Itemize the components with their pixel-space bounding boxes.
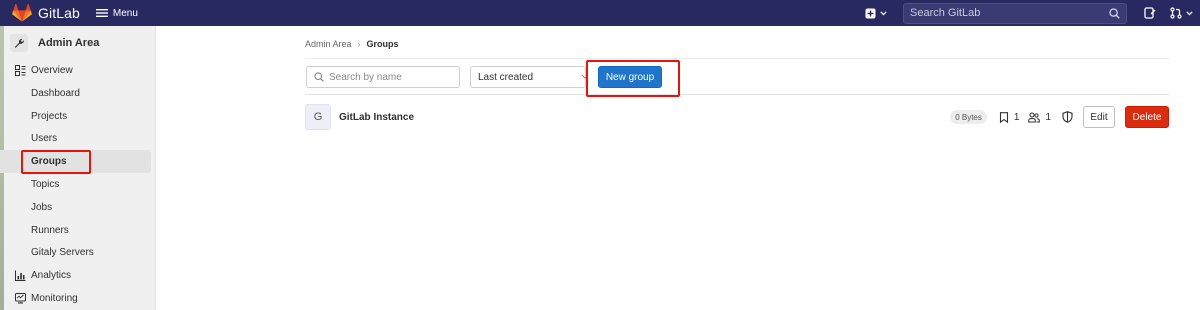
filter-bar: Search by name Last created New group bbox=[305, 58, 1169, 97]
sidebar-item-topics[interactable]: Topics bbox=[0, 173, 155, 196]
sidebar-item-label: Analytics bbox=[31, 270, 72, 282]
main-content: Admin Area › Groups Search by name Last … bbox=[305, 26, 1169, 310]
projects-count-value: 1 bbox=[1013, 111, 1020, 123]
chevron-down-icon bbox=[1186, 10, 1193, 15]
global-search-input[interactable]: Search GitLab bbox=[903, 2, 1127, 24]
overview-icon bbox=[14, 65, 26, 76]
chart-icon bbox=[14, 270, 26, 282]
sidebar-item-dashboard[interactable]: Dashboard bbox=[0, 82, 155, 105]
sidebar-context-header[interactable]: Admin Area bbox=[0, 27, 155, 59]
merge-request-icon bbox=[1170, 7, 1182, 19]
global-search-placeholder: Search GitLab bbox=[910, 7, 981, 19]
sidebar-item-label: Topics bbox=[31, 179, 60, 191]
sidebar-item-analytics[interactable]: Analytics bbox=[0, 264, 155, 287]
bookmark-icon bbox=[999, 111, 1008, 123]
sidebar-item-label: Projects bbox=[31, 110, 68, 122]
search-placeholder: Search by name bbox=[329, 71, 402, 83]
users-icon bbox=[1028, 112, 1041, 122]
delete-group-button[interactable]: Delete bbox=[1125, 106, 1169, 128]
group-avatar[interactable]: G bbox=[305, 104, 331, 130]
sort-selected-value: Last created bbox=[478, 71, 534, 83]
sidebar-item-runners[interactable]: Runners bbox=[0, 219, 155, 242]
group-row[interactable]: G GitLab Instance 0 Bytes 1 1 Edit Delet… bbox=[305, 104, 1169, 130]
shield-icon bbox=[1062, 111, 1073, 123]
breadcrumb: Admin Area › Groups bbox=[305, 39, 399, 49]
breadcrumb-current: Groups bbox=[366, 39, 399, 49]
sidebar-item-overview[interactable]: Overview bbox=[0, 59, 155, 82]
admin-sidebar: Admin Area Overview Dashboard Projects U… bbox=[0, 26, 156, 310]
group-name-link[interactable]: GitLab Instance bbox=[339, 112, 414, 123]
sidebar-item-label: Users bbox=[31, 133, 58, 145]
sidebar-item-users[interactable]: Users bbox=[0, 128, 155, 151]
sidebar-item-label: Runners bbox=[31, 224, 69, 236]
chevron-down-icon bbox=[880, 10, 887, 15]
edit-group-button[interactable]: Edit bbox=[1083, 106, 1115, 128]
members-count: 1 bbox=[1028, 112, 1051, 123]
storage-size-badge: 0 Bytes bbox=[950, 110, 987, 124]
new-group-button[interactable]: New group bbox=[598, 66, 662, 88]
brand-name: GitLab bbox=[38, 5, 80, 21]
issues-button[interactable] bbox=[1137, 0, 1163, 26]
wrench-icon bbox=[10, 34, 28, 52]
sidebar-item-gitaly-servers[interactable]: Gitaly Servers bbox=[0, 242, 155, 265]
sort-dropdown[interactable]: Last created bbox=[470, 66, 589, 88]
sidebar-item-label: Monitoring bbox=[31, 293, 78, 305]
sidebar-item-label: Gitaly Servers bbox=[31, 247, 94, 259]
search-icon bbox=[314, 72, 324, 82]
chevron-down-icon bbox=[581, 74, 589, 79]
monitor-icon bbox=[14, 293, 26, 304]
members-count-value: 1 bbox=[1045, 111, 1051, 123]
menu-label: Menu bbox=[112, 7, 138, 19]
sidebar-item-groups[interactable]: Groups bbox=[0, 150, 151, 174]
new-menu-button[interactable] bbox=[861, 3, 891, 23]
breadcrumb-chevron-icon: › bbox=[357, 39, 361, 49]
sidebar-context-title: Admin Area bbox=[38, 37, 100, 49]
search-icon bbox=[1109, 7, 1120, 19]
projects-count: 1 bbox=[999, 111, 1020, 123]
plus-square-icon bbox=[865, 8, 876, 18]
gitlab-logo-icon bbox=[12, 4, 32, 22]
search-by-name-input[interactable]: Search by name bbox=[306, 66, 460, 88]
issues-icon bbox=[1144, 7, 1156, 19]
sidebar-item-label: Overview bbox=[31, 65, 73, 76]
sidebar-item-label: Jobs bbox=[31, 201, 53, 213]
brand-link[interactable]: GitLab bbox=[12, 0, 80, 26]
sidebar-item-label: Groups bbox=[31, 156, 67, 168]
sidebar-item-label: Dashboard bbox=[31, 87, 80, 99]
merge-requests-button[interactable] bbox=[1163, 0, 1200, 26]
sidebar-item-jobs[interactable]: Jobs bbox=[0, 196, 155, 219]
sidebar-item-monitoring[interactable]: Monitoring bbox=[0, 287, 155, 310]
breadcrumb-parent-link[interactable]: Admin Area bbox=[305, 39, 352, 49]
menu-button[interactable]: Menu bbox=[95, 0, 138, 26]
top-navbar: GitLab Menu Search GitLab bbox=[0, 0, 1200, 26]
sidebar-item-projects[interactable]: Projects bbox=[0, 105, 155, 128]
hamburger-icon bbox=[95, 9, 108, 17]
